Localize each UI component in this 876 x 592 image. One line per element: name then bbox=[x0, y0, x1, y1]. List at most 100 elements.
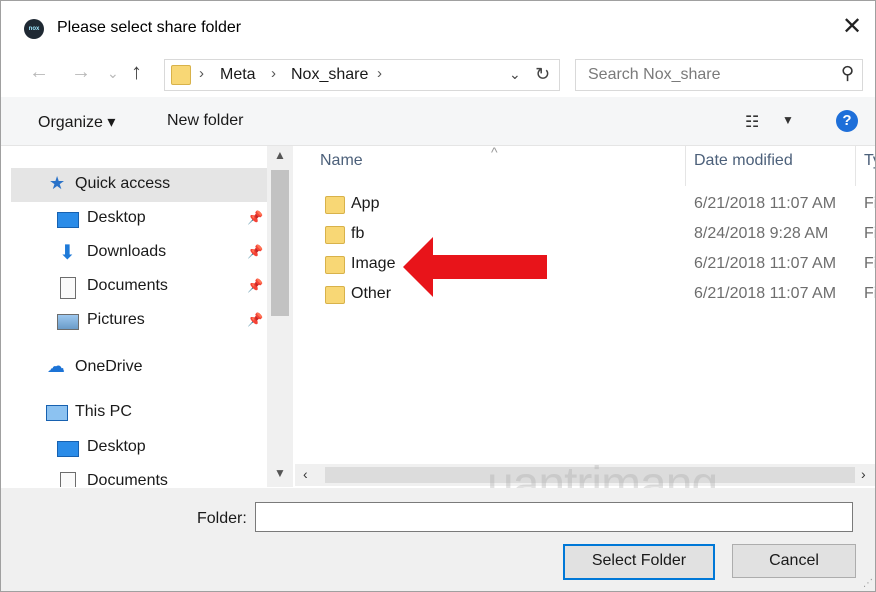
dialog-title: Please select share folder bbox=[57, 19, 242, 36]
back-arrow-icon[interactable]: ← bbox=[29, 61, 49, 84]
scroll-down-icon[interactable]: ▼ bbox=[274, 466, 286, 480]
cloud-icon: ☁ bbox=[47, 356, 65, 376]
chevron-right-icon[interactable]: › bbox=[271, 65, 276, 82]
chevron-down-icon[interactable]: ⌄ bbox=[509, 66, 521, 83]
new-folder-button[interactable]: New folder bbox=[167, 112, 243, 130]
column-header-name[interactable]: Name bbox=[320, 152, 363, 186]
breadcrumb-meta[interactable]: Meta bbox=[220, 66, 256, 84]
sidebar-item-desktop[interactable]: Desktop 📌 bbox=[11, 202, 267, 236]
nox-app-icon: nox bbox=[24, 19, 44, 39]
arrow-shape bbox=[403, 237, 547, 297]
scroll-right-icon[interactable]: › bbox=[861, 466, 866, 482]
star-icon: ★ bbox=[49, 173, 66, 193]
organize-button[interactable]: Organize ▾ bbox=[38, 112, 115, 132]
folder-icon bbox=[325, 226, 345, 244]
folder-icon bbox=[325, 286, 345, 304]
search-placeholder: Search Nox_share bbox=[588, 66, 721, 83]
sidebar-item-label: Documents bbox=[87, 277, 168, 294]
breadcrumb-nox-share[interactable]: Nox_share bbox=[291, 66, 368, 84]
resize-grip-icon[interactable]: ⋰ bbox=[863, 578, 873, 589]
pin-icon[interactable]: 📌 bbox=[247, 244, 263, 260]
command-bar: Organize ▾ New folder ☷ ▼ ? bbox=[1, 97, 875, 146]
sidebar-item-downloads[interactable]: ⬇ Downloads 📌 bbox=[11, 236, 267, 270]
list-item[interactable]: fb 8/24/2018 9:28 AM Fi bbox=[295, 220, 875, 250]
sidebar-item-documents[interactable]: Documents 📌 bbox=[11, 270, 267, 304]
up-arrow-icon[interactable]: ↑ bbox=[131, 59, 142, 85]
chevron-right-icon[interactable]: › bbox=[199, 65, 204, 82]
search-input[interactable]: Search Nox_share ⚲ bbox=[575, 59, 863, 91]
folder-icon bbox=[325, 196, 345, 214]
close-icon: ✕ bbox=[841, 13, 863, 40]
sidebar-item-label: Desktop bbox=[87, 209, 146, 226]
documents-icon bbox=[60, 472, 76, 487]
file-type: Fi bbox=[864, 225, 875, 242]
folder-field-label: Folder: bbox=[197, 510, 247, 527]
file-date: 6/21/2018 11:07 AM bbox=[694, 195, 837, 212]
sidebar-item-label: Documents bbox=[87, 472, 168, 487]
file-type: Fi bbox=[864, 285, 875, 302]
folder-icon bbox=[325, 256, 345, 274]
folder-icon bbox=[171, 65, 191, 85]
sidebar-item-label: Downloads bbox=[87, 243, 167, 260]
close-button[interactable]: ✕ bbox=[829, 7, 875, 47]
desktop-icon bbox=[57, 441, 79, 457]
folder-name-input[interactable] bbox=[255, 502, 853, 532]
desktop-icon bbox=[57, 212, 79, 228]
pictures-icon bbox=[57, 314, 79, 330]
sort-ascending-icon: ^ bbox=[491, 146, 498, 160]
pin-icon[interactable]: 📌 bbox=[247, 210, 263, 226]
file-list: Name ^ Date modified Ty App 6/21/2018 11… bbox=[295, 146, 875, 487]
column-divider[interactable] bbox=[685, 146, 686, 186]
file-type: Fi bbox=[864, 255, 875, 272]
sidebar-item-label: This PC bbox=[75, 403, 132, 420]
column-header-date-modified[interactable]: Date modified bbox=[694, 152, 793, 186]
column-divider[interactable] bbox=[855, 146, 856, 186]
scroll-left-icon[interactable]: ‹ bbox=[303, 466, 308, 482]
download-icon: ⬇ bbox=[59, 242, 76, 264]
file-type: Fi bbox=[864, 195, 875, 212]
pin-icon[interactable]: 📌 bbox=[247, 278, 263, 294]
view-dropdown-icon[interactable]: ▼ bbox=[782, 113, 794, 127]
red-arrow-annotation bbox=[403, 237, 547, 297]
sidebar-item-pc-desktop[interactable]: Desktop bbox=[11, 431, 267, 465]
recent-locations-chevron-icon[interactable]: ⌄ bbox=[107, 65, 119, 82]
list-item[interactable]: App 6/21/2018 11:07 AM Fi bbox=[295, 190, 875, 220]
select-folder-button[interactable]: Select Folder bbox=[563, 544, 715, 580]
sidebar-item-pc-documents[interactable]: Documents bbox=[11, 465, 267, 487]
scrollbar-thumb[interactable] bbox=[271, 170, 289, 316]
file-date: 6/21/2018 11:07 AM bbox=[694, 285, 837, 302]
sidebar-item-onedrive[interactable]: ☁ OneDrive bbox=[11, 351, 267, 385]
dialog-footer: Folder: Select Folder Cancel ⋰ bbox=[1, 488, 875, 591]
file-name: Image bbox=[351, 255, 396, 272]
view-options-icon[interactable]: ☷ bbox=[745, 112, 759, 132]
navigation-bar: ← → ⌄ ↑ › Meta › Nox_share › ⌄ ↻ Search … bbox=[1, 57, 875, 95]
file-name: Other bbox=[351, 285, 392, 302]
sidebar-item-pictures[interactable]: Pictures 📌 bbox=[11, 304, 267, 338]
search-icon[interactable]: ⚲ bbox=[841, 63, 854, 84]
file-name: App bbox=[351, 195, 380, 212]
sidebar-item-label: OneDrive bbox=[75, 358, 143, 375]
file-name: fb bbox=[351, 225, 365, 242]
sidebar-item-label: Quick access bbox=[75, 175, 171, 192]
navigation-pane: ★ Quick access Desktop 📌 ⬇ Downloads 📌 D… bbox=[11, 146, 293, 487]
pin-icon[interactable]: 📌 bbox=[247, 312, 263, 328]
sidebar-item-label: Pictures bbox=[87, 311, 145, 328]
forward-arrow-icon[interactable]: → bbox=[71, 61, 91, 84]
title-bar: nox Please select share folder ✕ bbox=[1, 1, 875, 57]
column-header-type[interactable]: Ty bbox=[864, 152, 875, 186]
help-icon[interactable]: ? bbox=[836, 110, 858, 132]
address-bar[interactable]: › Meta › Nox_share › ⌄ ↻ bbox=[164, 59, 560, 91]
refresh-icon[interactable]: ↻ bbox=[535, 64, 550, 85]
list-item[interactable]: Image 6/21/2018 11:07 AM Fi bbox=[295, 250, 875, 280]
scroll-up-icon[interactable]: ▲ bbox=[274, 148, 286, 162]
sidebar-item-this-pc[interactable]: This PC bbox=[11, 396, 267, 430]
list-item[interactable]: Other 6/21/2018 11:07 AM Fi bbox=[295, 280, 875, 310]
select-folder-dialog: nox Please select share folder ✕ ← → ⌄ ↑… bbox=[0, 0, 876, 592]
chevron-right-icon[interactable]: › bbox=[377, 65, 382, 82]
sidebar-item-label: Desktop bbox=[87, 438, 146, 455]
sidebar-item-quick-access[interactable]: ★ Quick access bbox=[11, 168, 267, 202]
navigation-scrollbar[interactable]: ▲ ▼ bbox=[267, 146, 293, 487]
documents-icon bbox=[60, 277, 76, 299]
cancel-button[interactable]: Cancel bbox=[732, 544, 856, 578]
computer-icon bbox=[46, 405, 68, 421]
